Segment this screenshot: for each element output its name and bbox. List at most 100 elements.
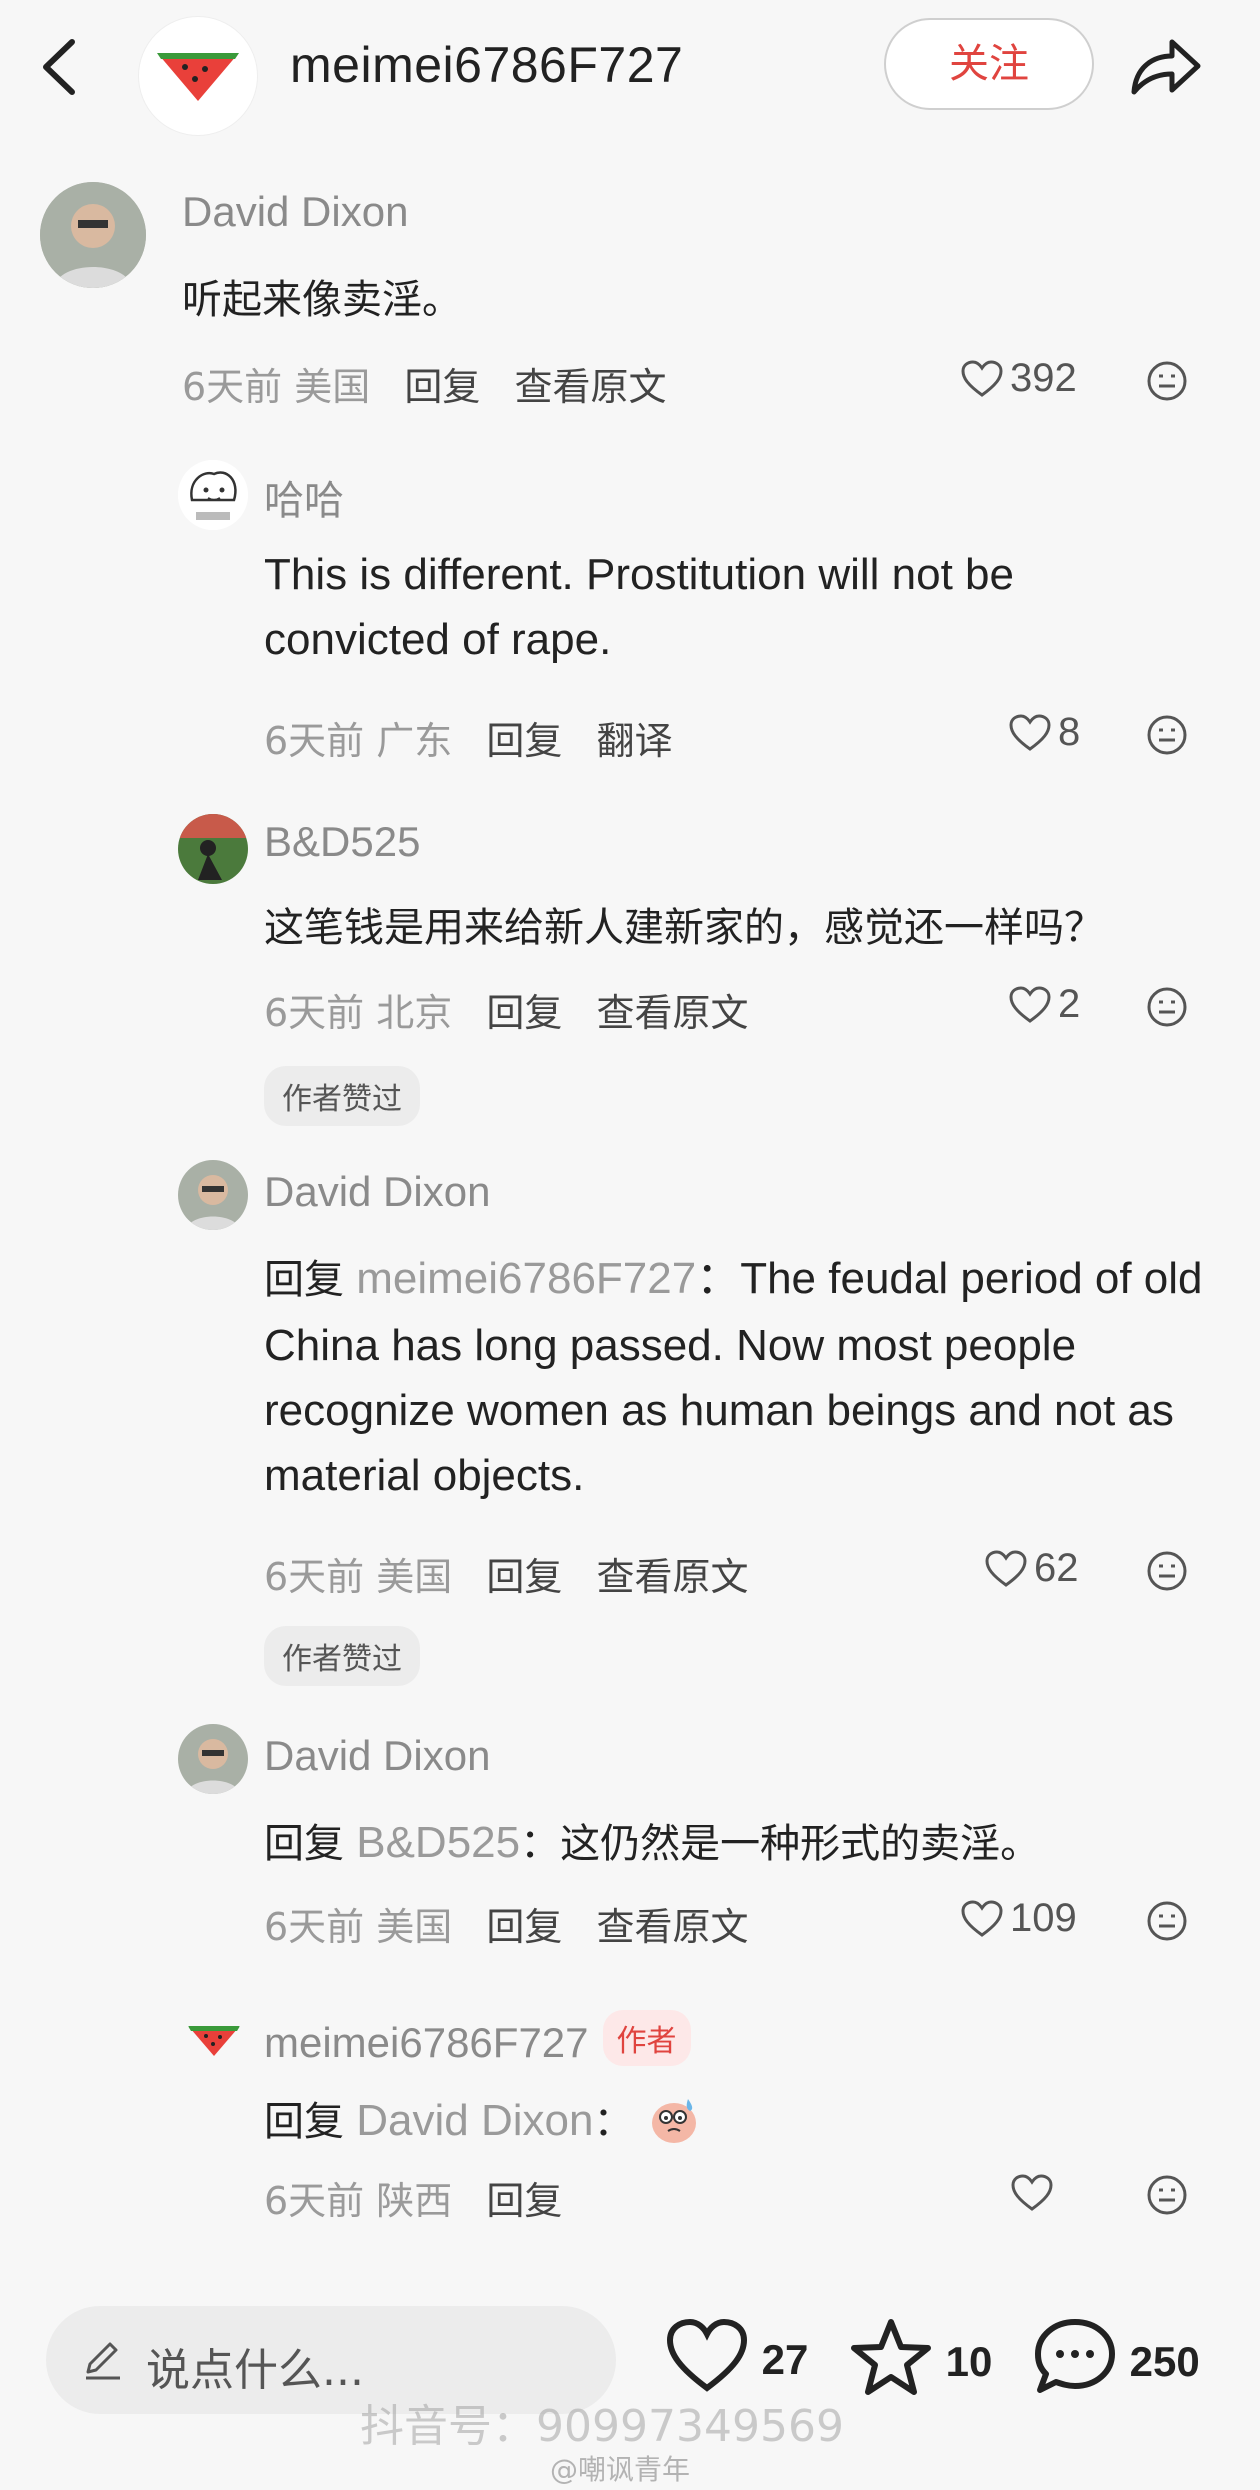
reply-body: ： — [593, 2099, 634, 2145]
comment-meta: 6天前 广东 回复 翻译 — [264, 710, 673, 765]
avatar[interactable] — [178, 460, 248, 530]
like-count: 392 — [1010, 356, 1077, 400]
heart-icon — [1009, 986, 1051, 1023]
comment-item: David Dixon 听起来像卖淫。 6天前 美国 回复 查看原文 392 — [0, 170, 1260, 430]
avatar[interactable] — [40, 182, 146, 288]
comment-icon — [1035, 2319, 1115, 2393]
comment-location: 美国 — [294, 365, 371, 409]
back-button[interactable] — [36, 30, 86, 100]
comment-meta: 6天前 陕西 回复 — [264, 2170, 562, 2225]
reply-button[interactable]: 回复 — [404, 365, 480, 409]
author-liked-badge: 作者赞过 — [264, 1066, 420, 1126]
comment-count: 250 — [1129, 2338, 1200, 2385]
watermelon-icon — [157, 53, 239, 101]
comment-text: 听起来像卖淫。 — [182, 277, 462, 323]
reply-target-user[interactable]: B&D525 — [356, 1818, 520, 1867]
author-username[interactable]: meimei6786F727 — [264, 2019, 589, 2066]
comment-location: 美国 — [376, 1555, 453, 1599]
header-bar: meimei6786F727 关注 — [0, 0, 1260, 150]
like-button[interactable]: 62 — [984, 1546, 1079, 1591]
view-original-button[interactable]: 查看原文 — [597, 1555, 749, 1599]
comment-username[interactable]: David Dixon — [264, 1732, 490, 1780]
comment-text: 回复 B&D525：这仍然是一种形式的卖淫。 — [264, 1810, 1040, 1877]
react-button[interactable] — [1146, 1900, 1188, 1947]
reply-button[interactable]: 回复 — [486, 2179, 562, 2223]
reply-target-user[interactable]: David Dixon — [356, 2096, 593, 2145]
sweat-emoji-icon — [651, 2099, 696, 2143]
watermelon-icon — [188, 2026, 240, 2056]
react-button[interactable] — [1146, 986, 1188, 1033]
comment-username[interactable]: David Dixon — [182, 188, 408, 236]
heart-icon — [961, 360, 1003, 397]
header-username[interactable]: meimei6786F727 — [290, 36, 683, 94]
weibo-watermark: @嘲讽青年 — [550, 2453, 691, 2486]
comment-username[interactable]: David Dixon — [264, 1168, 490, 1216]
comment-time: 6天前 — [182, 365, 283, 409]
avatar[interactable] — [178, 814, 248, 884]
comment-meta: 6天前 北京 回复 查看原文 — [264, 982, 749, 1037]
comment-location: 北京 — [376, 991, 453, 1035]
reply-button[interactable]: 回复 — [486, 1555, 562, 1599]
avatar[interactable] — [178, 1724, 248, 1794]
comment-input-placeholder: 说点什么... — [146, 2345, 364, 2396]
like-count: 8 — [1058, 710, 1081, 754]
like-count: 2 — [1058, 982, 1081, 1026]
comments-button[interactable]: 250 — [1032, 2316, 1200, 2398]
view-original-button[interactable]: 查看原文 — [515, 365, 667, 409]
comment-text: This is different. Prostitution will not… — [264, 550, 1014, 664]
reply-prefix: 回复 — [264, 1257, 344, 1303]
meh-face-icon — [1147, 715, 1187, 755]
heart-icon — [985, 1550, 1027, 1587]
react-button[interactable] — [1146, 1550, 1188, 1597]
like-button[interactable] — [1010, 2170, 1060, 2215]
reply-prefix: 回复 — [264, 1821, 344, 1867]
share-button[interactable] — [1126, 30, 1206, 100]
comment-username[interactable]: B&D525 — [264, 818, 420, 866]
reply-button[interactable]: 回复 — [486, 1905, 562, 1949]
meh-face-icon — [1147, 1551, 1187, 1591]
like-count: 62 — [1034, 1546, 1079, 1590]
comment-username[interactable]: 哈哈 — [264, 468, 344, 526]
react-button[interactable] — [1146, 360, 1188, 407]
author-avatar[interactable] — [138, 16, 258, 136]
heart-icon — [1011, 2174, 1053, 2211]
meh-face-icon — [1147, 1901, 1187, 1941]
react-button[interactable] — [1146, 714, 1188, 761]
meh-face-icon — [1147, 361, 1187, 401]
comment-item: 哈哈 This is different. Prostitution will … — [0, 450, 1260, 780]
comment-time: 6天前 — [264, 719, 365, 763]
favorite-count: 10 — [945, 2338, 993, 2385]
comment-location: 美国 — [376, 1905, 453, 1949]
like-button[interactable]: 8 — [1008, 710, 1080, 755]
favorite-button[interactable]: 10 — [848, 2316, 992, 2398]
follow-button[interactable]: 关注 — [884, 18, 1094, 110]
translate-button[interactable]: 翻译 — [597, 719, 673, 763]
reply-button[interactable]: 回复 — [486, 991, 562, 1035]
comment-text: 这笔钱是用来给新人建新家的，感觉还一样吗？ — [264, 905, 1104, 951]
author-avatar[interactable] — [186, 2010, 242, 2066]
heart-icon — [666, 2318, 748, 2392]
reply-button[interactable]: 回复 — [486, 719, 562, 763]
comment-text: 回复 meimei6786F727：The feudal period of o… — [264, 1246, 1214, 1508]
view-original-button[interactable]: 查看原文 — [597, 991, 749, 1035]
post-like-button[interactable]: 27 — [664, 2316, 808, 2396]
view-original-button[interactable]: 查看原文 — [597, 1905, 749, 1949]
comment-location: 陕西 — [376, 2179, 453, 2223]
like-button[interactable]: 109 — [960, 1896, 1077, 1941]
author-liked-badge: 作者赞过 — [264, 1626, 420, 1686]
comment-meta: 6天前 美国 回复 查看原文 — [264, 1896, 749, 1951]
meh-face-icon — [1147, 2175, 1187, 2215]
meh-face-icon — [1147, 987, 1187, 1027]
comment-username[interactable]: meimei6786F727 作者 — [264, 2010, 691, 2067]
back-arrow-icon — [43, 39, 75, 95]
like-button[interactable]: 392 — [960, 356, 1077, 401]
like-button[interactable]: 2 — [1008, 982, 1080, 1027]
avatar[interactable] — [178, 1160, 248, 1230]
reply-target-user[interactable]: meimei6786F727 — [356, 1254, 696, 1303]
douyin-watermark: 抖音号：90997349569 — [360, 2401, 844, 2452]
share-icon — [1131, 39, 1201, 95]
react-button[interactable] — [1146, 2174, 1188, 2221]
comment-item: meimei6786F727 作者 回复 David Dixon： 6天前 陕西 … — [0, 1994, 1260, 2234]
comment-location: 广东 — [376, 719, 453, 763]
comment-time: 6天前 — [264, 1555, 365, 1599]
